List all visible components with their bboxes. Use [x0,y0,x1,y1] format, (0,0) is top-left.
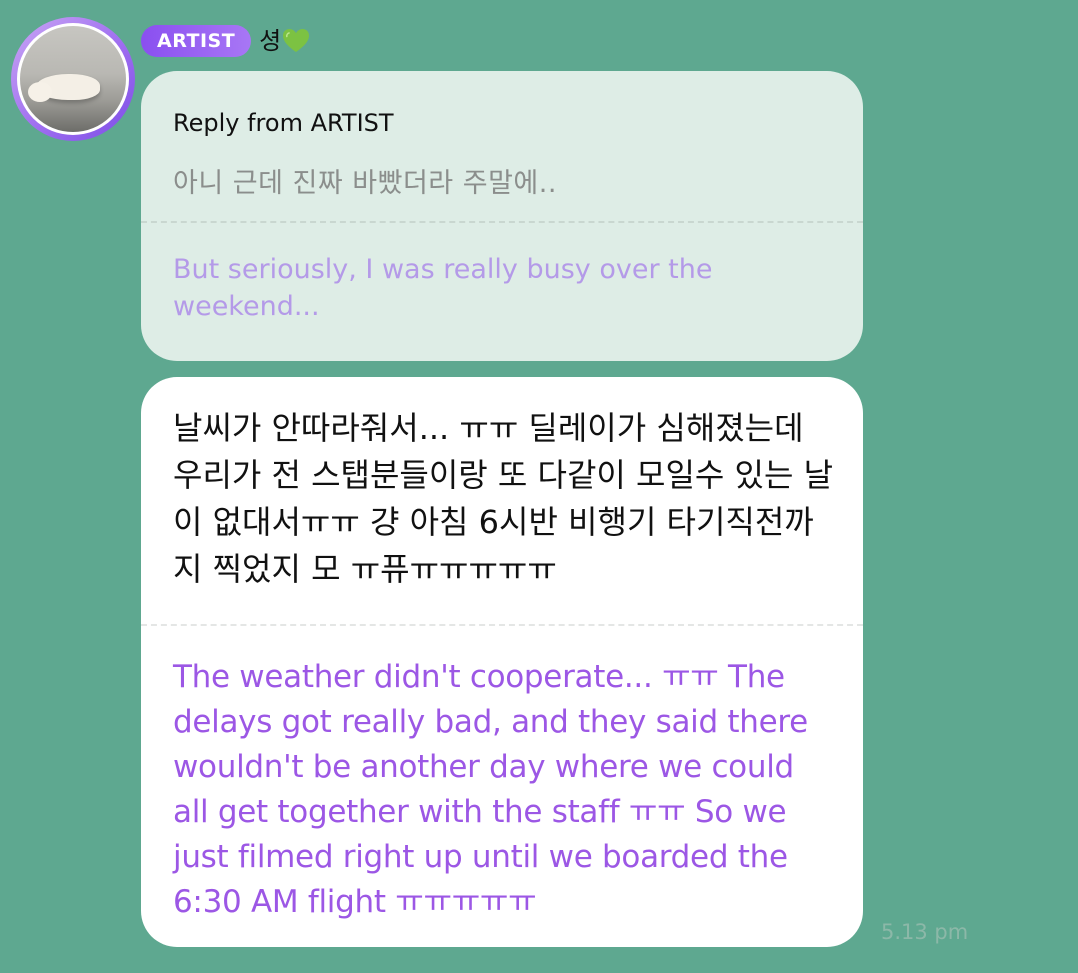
avatar-border [17,23,129,135]
reply-title: Reply from ARTIST [173,109,394,137]
message-timestamp: 5.13 pm [881,920,969,944]
reply-original-text: 아니 근데 진짜 바빴더라 주말에.. [173,168,557,199]
green-heart-icon [283,29,310,52]
reply-divider [141,221,863,223]
artist-badge: ARTIST [141,25,252,57]
reply-translation-text: But seriously, I was really busy over th… [173,254,713,322]
sleeping-dog-head [28,82,52,102]
reply-bubble[interactable]: Reply from ARTIST 아니 근데 진짜 바빴더라 주말에.. Bu… [141,71,863,361]
artist-avatar[interactable] [11,17,135,141]
message-original-text: 날씨가 안따라줘서... ㅠㅠ 딜레이가 심해졌는데 우리가 전 스탭분들이랑 … [173,409,834,588]
message-bubble[interactable]: 날씨가 안따라줘서... ㅠㅠ 딜레이가 심해졌는데 우리가 전 스탭분들이랑 … [141,377,863,947]
message-header: ARTIST 셩 [141,24,310,58]
avatar-photo [20,26,126,132]
message-translation-text: The weather didn't cooperate... ㅠㅠ The d… [173,659,808,920]
message-divider [141,624,863,626]
sender-name[interactable]: 셩 [259,25,281,57]
